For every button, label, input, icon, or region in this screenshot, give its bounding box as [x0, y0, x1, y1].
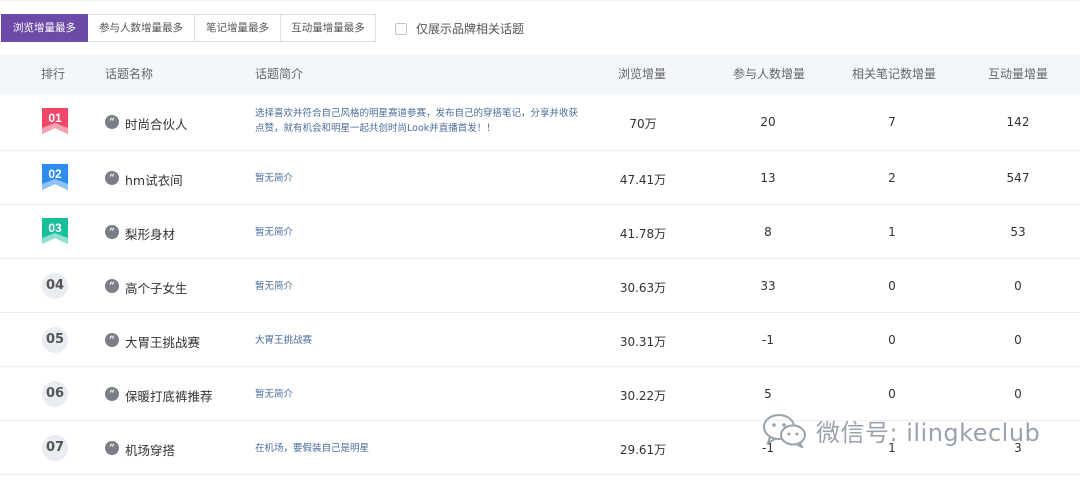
notes-value: 2 — [888, 171, 896, 185]
tab-most-views[interactable]: 浏览增量最多 — [1, 14, 88, 42]
topic-quote-icon: “ — [105, 441, 119, 455]
tab-most-interactions[interactable]: 互动量增量最多 — [281, 14, 376, 42]
notes-value: 0 — [888, 387, 896, 401]
topic-quote-icon: “ — [105, 115, 119, 129]
header-participants[interactable]: 参与人数增量 — [733, 55, 805, 94]
participants-value: 5 — [764, 387, 772, 401]
views-value: 30.22万 — [619, 389, 667, 403]
table-row[interactable]: 05 “ 大胃王挑战赛 大胃王挑战赛 30.31万 -1 0 0 — [0, 313, 1080, 367]
topic-name[interactable]: 大胃王挑战赛 — [125, 332, 200, 351]
watermark-text: 微信号: ilingkeclub — [816, 418, 1041, 447]
top-divider — [0, 0, 1080, 1]
participants-value: 13 — [760, 171, 776, 185]
topic-quote-icon: “ — [105, 225, 119, 239]
topic-name[interactable]: 机场穿搭 — [125, 440, 175, 459]
topic-intro: 暂无简介 — [255, 389, 294, 400]
rank-number: 01 — [48, 111, 62, 125]
topic-intro: 在机场，要假装自己是明星 — [255, 443, 370, 454]
topic-quote-icon: “ — [105, 279, 119, 293]
interactions-value: 142 — [1006, 115, 1030, 129]
rank-number: 03 — [48, 221, 62, 235]
notes-value: 1 — [888, 225, 896, 239]
tab-most-participants[interactable]: 参与人数增量最多 — [88, 14, 195, 42]
watermark: 微信号: ilingkeclub — [762, 412, 1040, 448]
views-value: 41.78万 — [619, 227, 667, 241]
header-rank: 排行 — [41, 67, 66, 81]
table-row[interactable]: 04 “ 高个子女生 暂无简介 30.63万 33 0 0 — [0, 259, 1080, 313]
rank-ribbon-icon: 03 — [42, 218, 68, 244]
topic-name[interactable]: hm试衣间 — [125, 170, 183, 189]
topic-quote-icon: “ — [105, 387, 119, 401]
topic-quote-icon: “ — [105, 333, 119, 347]
table-row[interactable]: 01 “ 时尚合伙人 选择喜欢并符合自己风格的明星赛道参赛，发布自己的穿搭笔记，… — [0, 94, 1080, 151]
table-row[interactable]: 02 “ hm试衣间 暂无简介 47.41万 13 2 547 — [0, 151, 1080, 205]
views-value: 47.41万 — [619, 173, 667, 187]
header-views[interactable]: 浏览增量 — [618, 55, 666, 94]
participants-value: 33 — [760, 279, 776, 293]
participants-value: 20 — [760, 115, 776, 129]
tab-most-notes[interactable]: 笔记增量最多 — [195, 14, 281, 42]
rank-number: 04 — [42, 273, 68, 299]
rank-number: 06 — [42, 381, 68, 407]
topic-intro: 大胃王挑战赛 — [255, 335, 313, 346]
brand-filter[interactable]: 仅展示品牌相关话题 — [395, 20, 524, 37]
interactions-value: 547 — [1006, 171, 1030, 185]
header-intro: 话题简介 — [255, 67, 304, 81]
participants-value: -1 — [762, 333, 774, 347]
interactions-value: 53 — [1010, 225, 1026, 239]
interactions-value: 0 — [1014, 279, 1022, 293]
sort-tabs: 浏览增量最多 参与人数增量最多 笔记增量最多 互动量增量最多 — [1, 14, 376, 42]
topic-name[interactable]: 保暖打底裤推荐 — [125, 386, 213, 405]
views-value: 70万 — [629, 117, 657, 131]
wechat-icon — [763, 414, 806, 448]
participants-value: 8 — [764, 225, 772, 239]
brand-filter-checkbox[interactable] — [395, 22, 407, 35]
interactions-value: 0 — [1014, 387, 1022, 401]
topic-name[interactable]: 时尚合伙人 — [125, 114, 188, 133]
topic-name[interactable]: 高个子女生 — [125, 278, 188, 297]
topic-quote-icon: “ — [105, 171, 119, 185]
header-interactions[interactable]: 互动量增量 — [988, 55, 1048, 94]
views-value: 29.61万 — [619, 443, 667, 457]
rank-number: 07 — [42, 435, 68, 461]
notes-value: 0 — [888, 333, 896, 347]
topic-intro: 暂无简介 — [255, 281, 294, 292]
table-row[interactable]: 03 “ 梨形身材 暂无简介 41.78万 8 1 53 — [0, 205, 1080, 259]
rank-number: 02 — [48, 167, 62, 181]
topic-intro: 选择喜欢并符合自己风格的明星赛道参赛，发布自己的穿搭笔记，分享并收获点赞，就有机… — [255, 108, 579, 134]
topic-intro: 暂无简介 — [255, 173, 294, 184]
brand-filter-label: 仅展示品牌相关话题 — [416, 22, 525, 36]
views-value: 30.31万 — [619, 335, 667, 349]
rank-number: 05 — [42, 327, 68, 353]
header-topic-name: 话题名称 — [105, 67, 154, 81]
rank-ribbon-icon: 02 — [42, 164, 68, 190]
interactions-value: 0 — [1014, 333, 1022, 347]
header-notes[interactable]: 相关笔记数增量 — [852, 55, 936, 94]
topic-name[interactable]: 梨形身材 — [125, 224, 175, 243]
table-header: 排行 话题名称 话题简介 浏览增量 参与人数增量 相关笔记数增量 互动量增量 — [0, 55, 1080, 94]
topic-intro: 暂无简介 — [255, 227, 294, 238]
rank-ribbon-icon: 01 — [42, 108, 68, 134]
notes-value: 7 — [888, 115, 896, 129]
notes-value: 0 — [888, 279, 896, 293]
views-value: 30.63万 — [619, 281, 667, 295]
